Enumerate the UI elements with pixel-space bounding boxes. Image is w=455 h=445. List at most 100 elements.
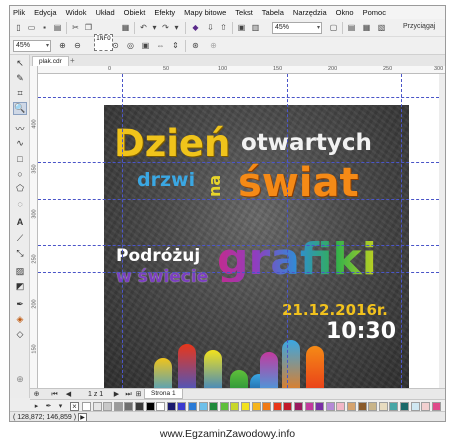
polygon-tool-icon[interactable]: ⬠	[13, 182, 27, 195]
color-swatch[interactable]	[431, 402, 441, 411]
redo-dropdown-icon[interactable]: ▾	[171, 22, 182, 33]
guideline-horizontal[interactable]	[38, 199, 439, 200]
color-swatch[interactable]	[294, 402, 303, 411]
color-swatch[interactable]	[389, 402, 399, 411]
guideline-horizontal[interactable]	[38, 162, 439, 163]
print-icon[interactable]: ▤	[52, 22, 63, 33]
poster-text-swiat[interactable]: świat	[238, 163, 359, 203]
menu-item-5[interactable]: Efekty	[154, 8, 175, 17]
menu-item-4[interactable]: Obiekt	[124, 8, 146, 17]
color-swatch[interactable]	[124, 402, 134, 411]
show-grid-icon[interactable]: ▦	[361, 22, 372, 33]
poster-text-date[interactable]: 21.12.2016r.	[282, 303, 388, 318]
poster-text-na[interactable]: na	[205, 175, 224, 197]
first-page-icon[interactable]: ⏮	[50, 390, 59, 399]
zoom-level-combo[interactable]: 45% ▾	[272, 22, 322, 34]
menu-item-7[interactable]: Tekst	[235, 8, 253, 17]
color-swatch[interactable]	[103, 402, 113, 411]
poster-text-drzwi[interactable]: drzwi	[137, 171, 195, 190]
page-tab[interactable]: Strona 1	[144, 389, 183, 399]
color-swatch[interactable]	[198, 402, 208, 411]
menu-item-8[interactable]: Tabela	[262, 8, 284, 17]
color-swatch[interactable]	[325, 402, 335, 411]
previous-page-icon[interactable]: ◀	[64, 390, 73, 399]
smart-fill-tool-icon[interactable]: ◌	[13, 197, 27, 210]
zoom-to-all-objects-icon[interactable]: ◎	[125, 40, 136, 51]
add-page-icon[interactable]: ⊕	[32, 390, 41, 399]
color-swatch[interactable]	[188, 402, 197, 411]
crop-tool-icon[interactable]: ⌗	[13, 87, 27, 100]
zoom-to-page-height-icon[interactable]: ⇕	[170, 40, 181, 51]
color-swatch[interactable]	[357, 402, 367, 411]
horizontal-ruler[interactable]: 0 50 100 150 200 250 300	[38, 66, 445, 74]
vertical-ruler[interactable]: 400 350 300 250 200 150	[30, 66, 38, 388]
full-screen-preview-icon[interactable]: ▢	[328, 22, 339, 33]
zoom-to-page-width-icon[interactable]: ⇔	[155, 40, 166, 51]
menu-item-1[interactable]: Edycja	[34, 8, 57, 17]
freehand-tool-icon[interactable]: 〰	[13, 122, 27, 135]
cut-icon[interactable]: ✂	[70, 22, 81, 33]
zoom-levels-combo[interactable]: 45% ▾	[13, 40, 51, 52]
color-swatch[interactable]	[251, 402, 261, 411]
guideline-vertical[interactable]	[401, 74, 402, 388]
paste-icon[interactable]: ▦	[120, 22, 131, 33]
color-swatch[interactable]	[368, 402, 378, 411]
copy-icon[interactable]: ❐	[83, 22, 94, 33]
new-tab-button[interactable]: +	[70, 56, 75, 65]
zoom-one-shot-icon[interactable]: ⊛	[190, 40, 201, 51]
parallel-dimension-tool-icon[interactable]: ⟋	[13, 232, 27, 245]
guideline-horizontal[interactable]	[38, 272, 439, 273]
color-swatch[interactable]	[82, 402, 91, 411]
menu-item-10[interactable]: Okno	[336, 8, 354, 17]
document-tab[interactable]: plak.cdr	[32, 56, 69, 66]
open-folder-icon[interactable]: ▭	[26, 22, 37, 33]
save-icon[interactable]: ▪	[39, 22, 50, 33]
color-swatch[interactable]	[166, 402, 176, 411]
color-swatch[interactable]	[135, 402, 144, 411]
show-rulers-icon[interactable]: ▤	[346, 22, 357, 33]
eyedropper-icon[interactable]: ✒	[44, 402, 53, 411]
menu-item-3[interactable]: Układ	[95, 8, 114, 17]
shape-tool-icon[interactable]: ✎	[13, 72, 27, 85]
undo-icon[interactable]: ↶	[138, 22, 149, 33]
zoom-tool-icon[interactable]: 🔍	[13, 102, 27, 115]
menu-item-11[interactable]: Pomoc	[363, 8, 386, 17]
color-swatch[interactable]	[304, 402, 314, 411]
zoom-to-page-icon[interactable]: ▣	[140, 40, 151, 51]
palette-menu-icon[interactable]: ▾	[56, 402, 65, 411]
color-swatch[interactable]	[272, 402, 282, 411]
color-swatch[interactable]	[177, 402, 187, 411]
menu-item-0[interactable]: Plik	[13, 8, 25, 17]
guideline-horizontal[interactable]	[38, 245, 439, 246]
text-tool-icon[interactable]: A	[13, 215, 27, 228]
smart-fill-icon[interactable]: ◇	[13, 328, 27, 341]
color-swatch[interactable]	[209, 402, 219, 411]
eyedropper-tool-icon[interactable]: ✒	[13, 298, 27, 311]
guideline-horizontal[interactable]	[38, 97, 439, 98]
color-swatch[interactable]	[262, 402, 272, 411]
color-swatch[interactable]	[92, 402, 102, 411]
color-swatch[interactable]	[283, 402, 293, 411]
menu-item-2[interactable]: Widok	[66, 8, 87, 17]
zoom-out-icon[interactable]: ⊖	[72, 40, 83, 51]
poster-text-otwartych[interactable]: otwartych	[241, 132, 372, 155]
artistic-media-tool-icon[interactable]: ∿	[13, 137, 27, 150]
color-swatch[interactable]	[241, 402, 250, 411]
color-swatch[interactable]	[400, 402, 409, 411]
next-page-icon[interactable]: ▶	[112, 390, 121, 399]
poster-text-dzien[interactable]: Dzień	[114, 125, 230, 162]
undo-dropdown-icon[interactable]: ▾	[149, 22, 160, 33]
application-launcher-icon[interactable]: ▥	[250, 22, 261, 33]
redo-icon[interactable]: ↷	[160, 22, 171, 33]
color-swatch[interactable]	[336, 402, 346, 411]
drop-shadow-tool-icon[interactable]: ▨	[13, 265, 27, 278]
export-icon[interactable]: ⇧	[218, 22, 229, 33]
last-page-icon[interactable]: ⏭	[124, 390, 133, 399]
snap-to-label[interactable]: Przyciągaj	[403, 23, 435, 30]
show-guidelines-icon[interactable]: ▧	[376, 22, 387, 33]
status-expand-icon[interactable]: ▶	[78, 413, 87, 421]
menu-item-6[interactable]: Mapy bitowe	[184, 8, 226, 17]
import-icon[interactable]: ⇩	[205, 22, 216, 33]
add-icon[interactable]: ⊕	[208, 40, 219, 51]
poster-artwork[interactable]: Dzień otwartych drzwi na świat Podróżuj …	[104, 105, 409, 388]
